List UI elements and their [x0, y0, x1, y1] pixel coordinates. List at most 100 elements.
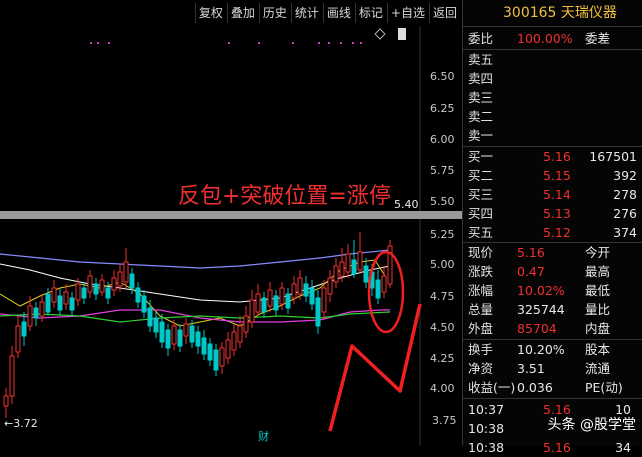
weibi-value: 100.00%: [517, 31, 573, 46]
mark-button[interactable]: 标记: [354, 3, 386, 23]
low-marker: ←3.72: [4, 417, 38, 430]
sell-row: 卖一: [468, 128, 494, 143]
candle-body: [87, 275, 93, 293]
weicha-label: 委差: [585, 31, 611, 46]
candle-body: [273, 295, 279, 311]
buy-volume: 167501: [589, 149, 637, 164]
stat-value: 0.036: [517, 380, 553, 395]
draw-line-button[interactable]: 画线: [322, 3, 354, 23]
high-marker: 5.40: [394, 198, 419, 211]
buy-volume: 392: [613, 168, 637, 183]
candle-body: [123, 261, 129, 283]
candle-body: [93, 283, 99, 295]
finance-marker: 财: [258, 429, 269, 443]
quote-row: 现价 5.16 今开: [463, 243, 642, 262]
weibi-row: 委比 100.00% 委差: [463, 29, 642, 48]
price-label: 4.50: [430, 321, 455, 334]
candle-body: [321, 287, 327, 313]
quote-value: 85704: [517, 321, 557, 336]
history-button[interactable]: 历史: [258, 3, 290, 23]
buy-price: 5.12: [543, 225, 571, 240]
candle-body: [195, 331, 201, 347]
candle-body: [213, 349, 219, 371]
candle-body: [81, 287, 87, 299]
candle-body: [327, 277, 333, 295]
candle-body: [51, 287, 57, 303]
candle-body: [135, 287, 141, 303]
candle-body: [99, 279, 105, 293]
candle-body: [141, 295, 147, 313]
candle-body: [363, 265, 369, 283]
stat-value: 3.51: [517, 361, 545, 376]
candle-body: [315, 297, 321, 327]
quote-label: 现价: [468, 245, 494, 260]
candle-body: [279, 287, 285, 305]
stat-label: 换手: [468, 342, 494, 357]
tick-price: 5.16: [543, 440, 571, 455]
buy-price: 5.15: [543, 168, 571, 183]
statistics-button[interactable]: 统计: [290, 3, 322, 23]
back-button[interactable]: 返回: [428, 3, 460, 23]
candle-body: [237, 325, 243, 343]
candle-body: [117, 271, 123, 287]
stat-row: 净资 3.51 流通: [463, 359, 642, 378]
candle-body: [9, 355, 15, 397]
scroll-handle[interactable]: [398, 28, 406, 40]
price-axis: 6.50 6.25 6.00 5.75 5.50 5.25 5.00 4.75 …: [430, 70, 457, 427]
fuquan-button[interactable]: 复权: [194, 3, 226, 23]
candle-body: [27, 305, 33, 327]
kline-chart[interactable]: 6.50 6.25 6.00 5.75 5.50 5.25 5.00 4.75 …: [0, 26, 462, 446]
candle-body: [201, 337, 207, 355]
stat-label-2: PE(动): [585, 380, 623, 395]
stat-label: 净资: [468, 361, 494, 376]
quote-value: 10.02%: [517, 283, 565, 298]
signal-dots: [90, 42, 362, 44]
stat-value: 10.20%: [517, 342, 565, 357]
candle-body: [303, 283, 309, 297]
price-label: 6.25: [430, 102, 455, 115]
candle-body: [297, 277, 303, 295]
candle-body: [177, 329, 183, 347]
candle-body: [63, 291, 69, 305]
candle-body: [309, 287, 315, 305]
candle-body: [339, 261, 345, 277]
candle-body: [261, 297, 267, 313]
buy-label: 买五: [468, 225, 494, 240]
candle-body: [333, 265, 339, 283]
candle-body: [33, 307, 39, 319]
tick-row: 10:38 5.16 34: [463, 438, 642, 457]
quote-label: 外盘: [468, 321, 494, 336]
candle-body: [75, 283, 81, 301]
quote-label-2: 量比: [585, 302, 611, 317]
candle-body: [39, 301, 45, 317]
candle-body: [345, 253, 351, 273]
buy-label: 买三: [468, 187, 494, 202]
buy-row: 买五 5.12 374: [463, 223, 642, 242]
buy-price: 5.13: [543, 206, 571, 221]
candle-body: [171, 325, 177, 345]
candle-body: [105, 287, 111, 299]
weibi-label: 委比: [468, 31, 494, 46]
candle-body: [129, 273, 135, 289]
candle-body: [249, 299, 255, 323]
sell-row: 卖四: [468, 71, 494, 86]
candle-body: [351, 259, 357, 275]
tick-time: 10:38: [468, 421, 505, 436]
price-label: 4.00: [430, 382, 455, 395]
candle-body: [189, 325, 195, 343]
quote-label-2: 今开: [585, 245, 611, 260]
candle-body: [15, 325, 21, 353]
quote-row: 涨幅 10.02% 最低: [463, 281, 642, 300]
quote-label-2: 最高: [585, 264, 611, 279]
buy-price: 5.14: [543, 187, 571, 202]
add-watchlist-button[interactable]: +自选: [386, 3, 428, 23]
quote-value: 5.16: [517, 245, 545, 260]
price-band: [0, 211, 462, 219]
candle-body: [219, 347, 225, 367]
candle-body: [45, 293, 51, 313]
candle-body: [357, 251, 363, 271]
quote-panel: 300165 天瑞仪器 委比 100.00% 委差 卖五 卖四 卖三 卖二 卖一…: [462, 0, 642, 455]
overlay-button[interactable]: 叠加: [226, 3, 258, 23]
price-label: 5.00: [430, 258, 455, 271]
diamond-icon[interactable]: [374, 28, 386, 40]
